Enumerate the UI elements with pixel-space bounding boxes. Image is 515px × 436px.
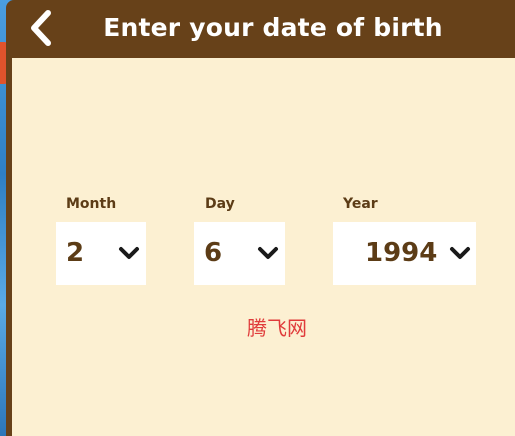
- month-field: Month 2: [56, 196, 156, 286]
- chevron-down-icon: [257, 246, 279, 260]
- month-label: Month: [66, 196, 117, 212]
- month-value: 2: [66, 238, 85, 268]
- day-value: 6: [204, 238, 223, 268]
- chevron-down-icon: [449, 246, 471, 260]
- day-label: Day: [205, 196, 235, 212]
- chevron-down-icon: [118, 246, 140, 260]
- header-bar: Enter your date of birth: [6, 0, 515, 58]
- watermark-text: 腾飞网: [247, 316, 307, 340]
- year-label: Year: [343, 196, 378, 212]
- year-select[interactable]: 1994: [333, 222, 476, 285]
- month-select[interactable]: 2: [56, 222, 146, 285]
- page-title: Enter your date of birth: [103, 13, 443, 42]
- day-field: Day 6: [194, 196, 295, 286]
- dob-panel: Enter your date of birth Month 2 Day 6 Y…: [6, 0, 515, 436]
- day-select[interactable]: 6: [194, 222, 285, 285]
- year-value: 1994: [365, 238, 438, 268]
- year-field: Year 1994: [333, 196, 486, 286]
- form-area: Month 2 Day 6 Year 1994 腾飞网: [12, 58, 515, 436]
